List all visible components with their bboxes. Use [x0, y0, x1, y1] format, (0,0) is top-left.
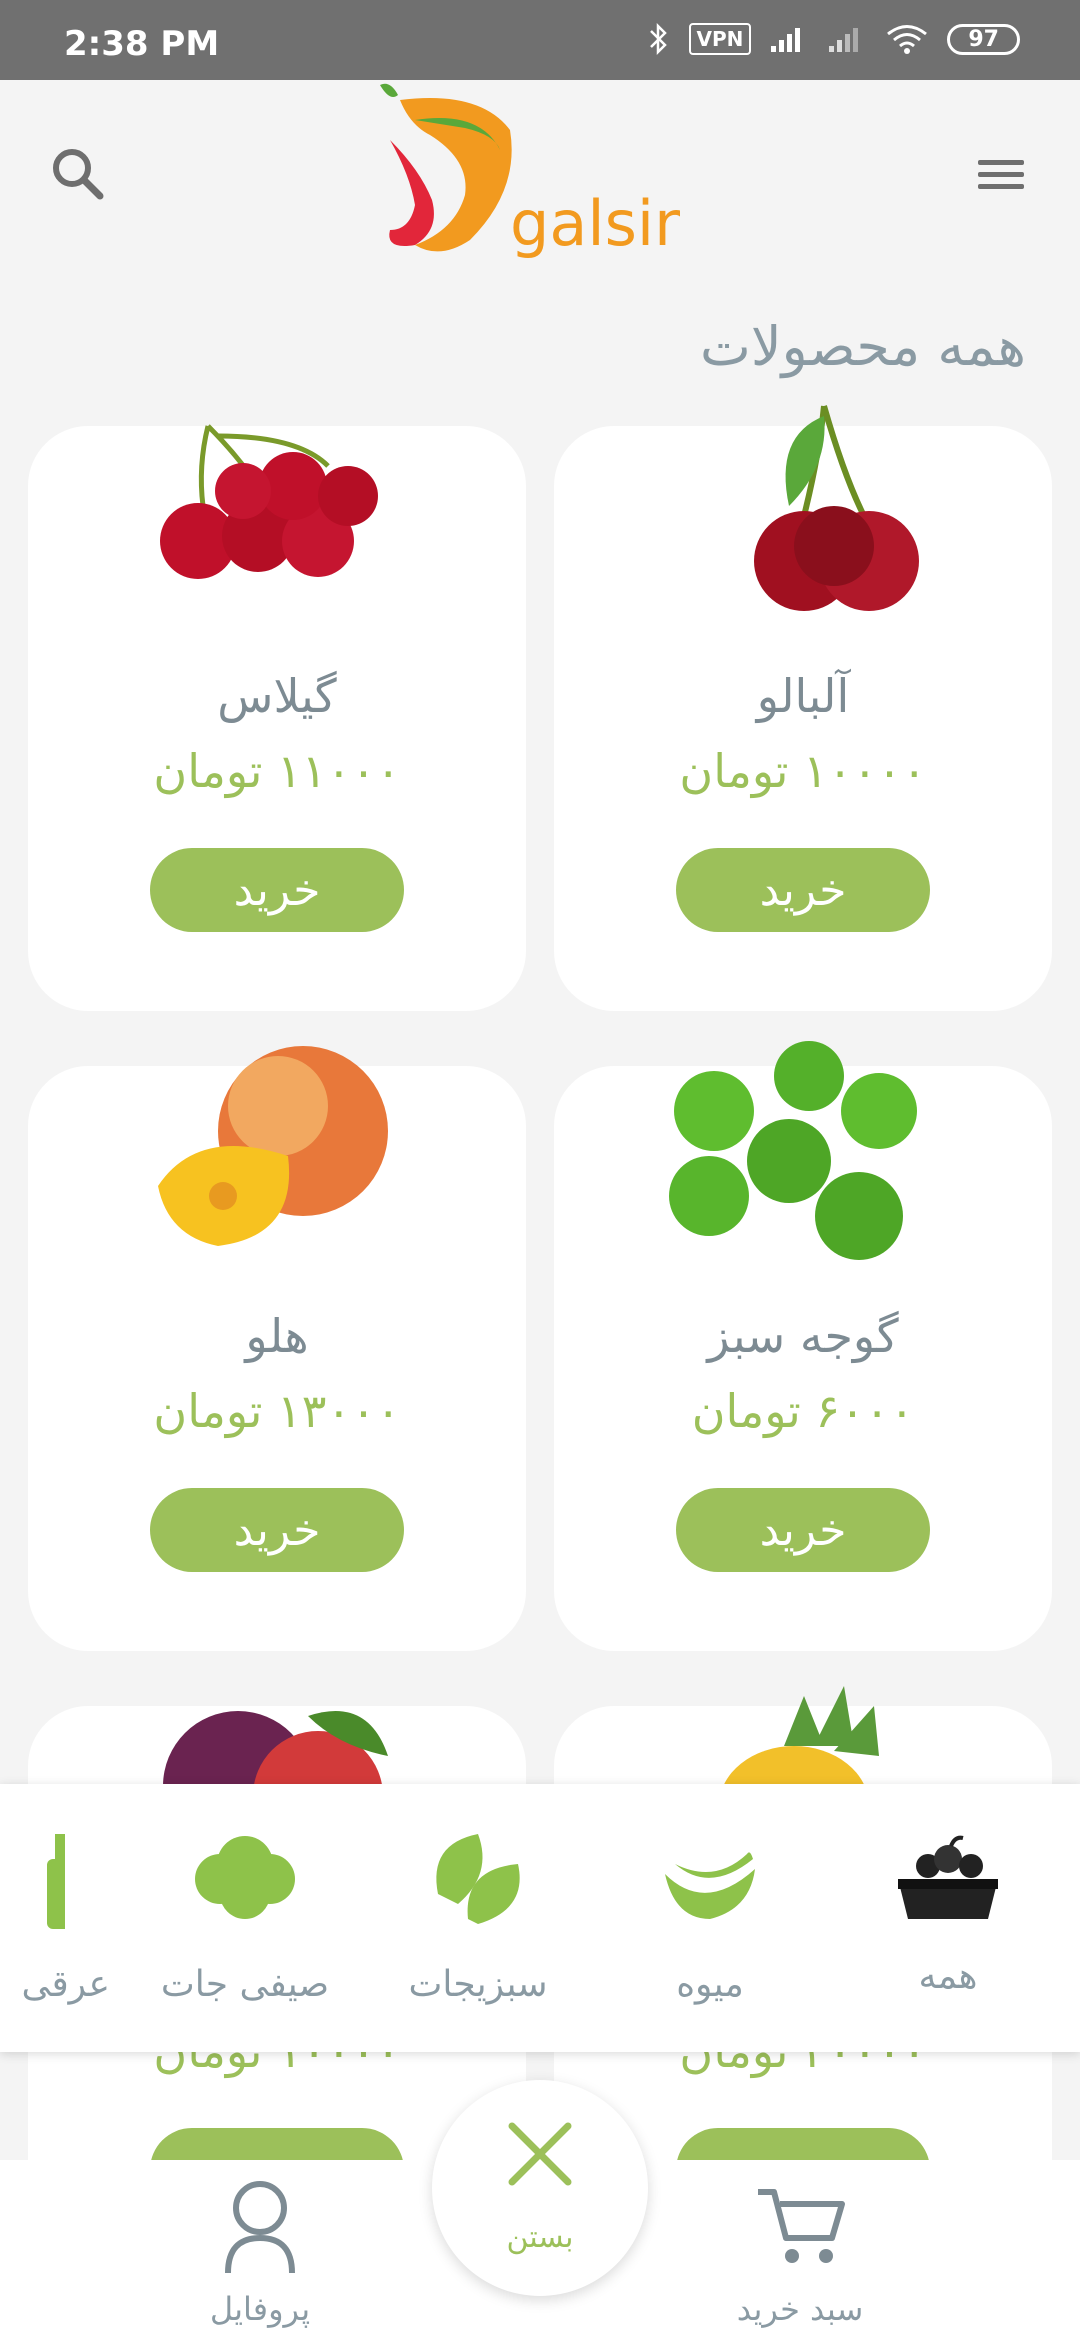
product-name: گوجه سبز	[707, 1309, 899, 1363]
product-price: ۱۰۰۰۰ تومان	[679, 744, 927, 798]
nav-profile[interactable]: پروفایل	[150, 2180, 370, 2340]
product-card[interactable]: آلبالو ۱۰۰۰۰ تومان خرید	[554, 405, 1052, 1011]
cart-icon	[758, 2189, 845, 2263]
sour-cherry-image	[754, 405, 919, 611]
close-button[interactable]: بستن	[432, 2080, 648, 2296]
nav-cart[interactable]: سبد خرید	[690, 2180, 910, 2340]
category-distillates[interactable]: عرقی	[0, 1784, 110, 2052]
category-panel: همه میوه سبزیجات صیفی جات عرقی	[0, 1784, 1080, 2052]
product-name: آلبالو	[756, 669, 850, 723]
category-label: میوه	[676, 1964, 744, 2005]
nav-label: سبد خرید	[736, 2290, 864, 2328]
top-bar: galsin	[0, 80, 1080, 310]
peach-image	[158, 1046, 388, 1246]
banana-icon	[665, 1852, 755, 1919]
profile-icon	[225, 2181, 295, 2274]
product-price: ۶۰۰۰ تومان	[691, 1384, 915, 1438]
cherry-image	[160, 424, 378, 579]
status-icons: VPN 97	[647, 22, 1020, 56]
category-label: صیفی جات	[160, 1964, 330, 2005]
search-icon[interactable]	[44, 140, 114, 210]
logo-graphic: galsin	[380, 83, 693, 260]
green-plum-image	[669, 1041, 917, 1260]
bluetooth-icon	[649, 22, 667, 56]
product-name: هلو	[245, 1309, 309, 1363]
product-name: گیلاس	[217, 669, 337, 723]
menu-icon[interactable]	[966, 140, 1036, 210]
battery-icon: 97	[947, 23, 1020, 55]
section-title: همه محصولات	[700, 315, 1026, 378]
category-label: همه	[918, 1956, 978, 1997]
category-label: عرقی	[21, 1964, 110, 2005]
product-card[interactable]: هلو ۱۳۰۰۰ تومان خرید	[28, 1046, 526, 1651]
signal-2-icon	[829, 28, 859, 52]
buy-button[interactable]: خرید	[676, 848, 930, 932]
nav-label: پروفایل	[209, 2290, 311, 2328]
lettuce-icon	[195, 1836, 295, 1919]
product-price: ۱۱۰۰۰ تومان	[153, 744, 401, 798]
buy-button[interactable]: خرید	[150, 848, 404, 932]
vpn-icon: VPN	[688, 23, 752, 55]
buy-button[interactable]: خرید	[150, 1488, 404, 1572]
buy-button[interactable]: خرید	[676, 1488, 930, 1572]
product-price: ۱۳۰۰۰ تومان	[153, 1384, 401, 1438]
logo-text: galsin	[510, 187, 680, 260]
leaf-icon	[436, 1834, 520, 1924]
fruit-basket-icon	[898, 1835, 998, 1919]
close-label: بستن	[506, 2220, 574, 2255]
status-bar: 2:38 PM VPN 97	[0, 0, 1080, 80]
category-vegetables[interactable]: سبزیجات	[378, 1784, 578, 2052]
wifi-icon	[887, 25, 928, 54]
signal-icon	[771, 28, 801, 52]
category-label: سبزیجات	[408, 1964, 548, 2005]
close-icon	[508, 2122, 572, 2186]
product-card[interactable]: گیلاس ۱۱۰۰۰ تومان خرید	[28, 424, 526, 1011]
category-all[interactable]: همه	[848, 1784, 1048, 2052]
bottle-icon	[47, 1834, 65, 1929]
galsin-logo: galsin	[360, 80, 693, 280]
product-card[interactable]: گوجه سبز ۶۰۰۰ تومان خرید	[554, 1041, 1052, 1651]
status-time: 2:38 PM	[64, 24, 220, 64]
category-fruit[interactable]: میوه	[610, 1784, 810, 2052]
category-summer-crops[interactable]: صیفی جات	[145, 1784, 345, 2052]
